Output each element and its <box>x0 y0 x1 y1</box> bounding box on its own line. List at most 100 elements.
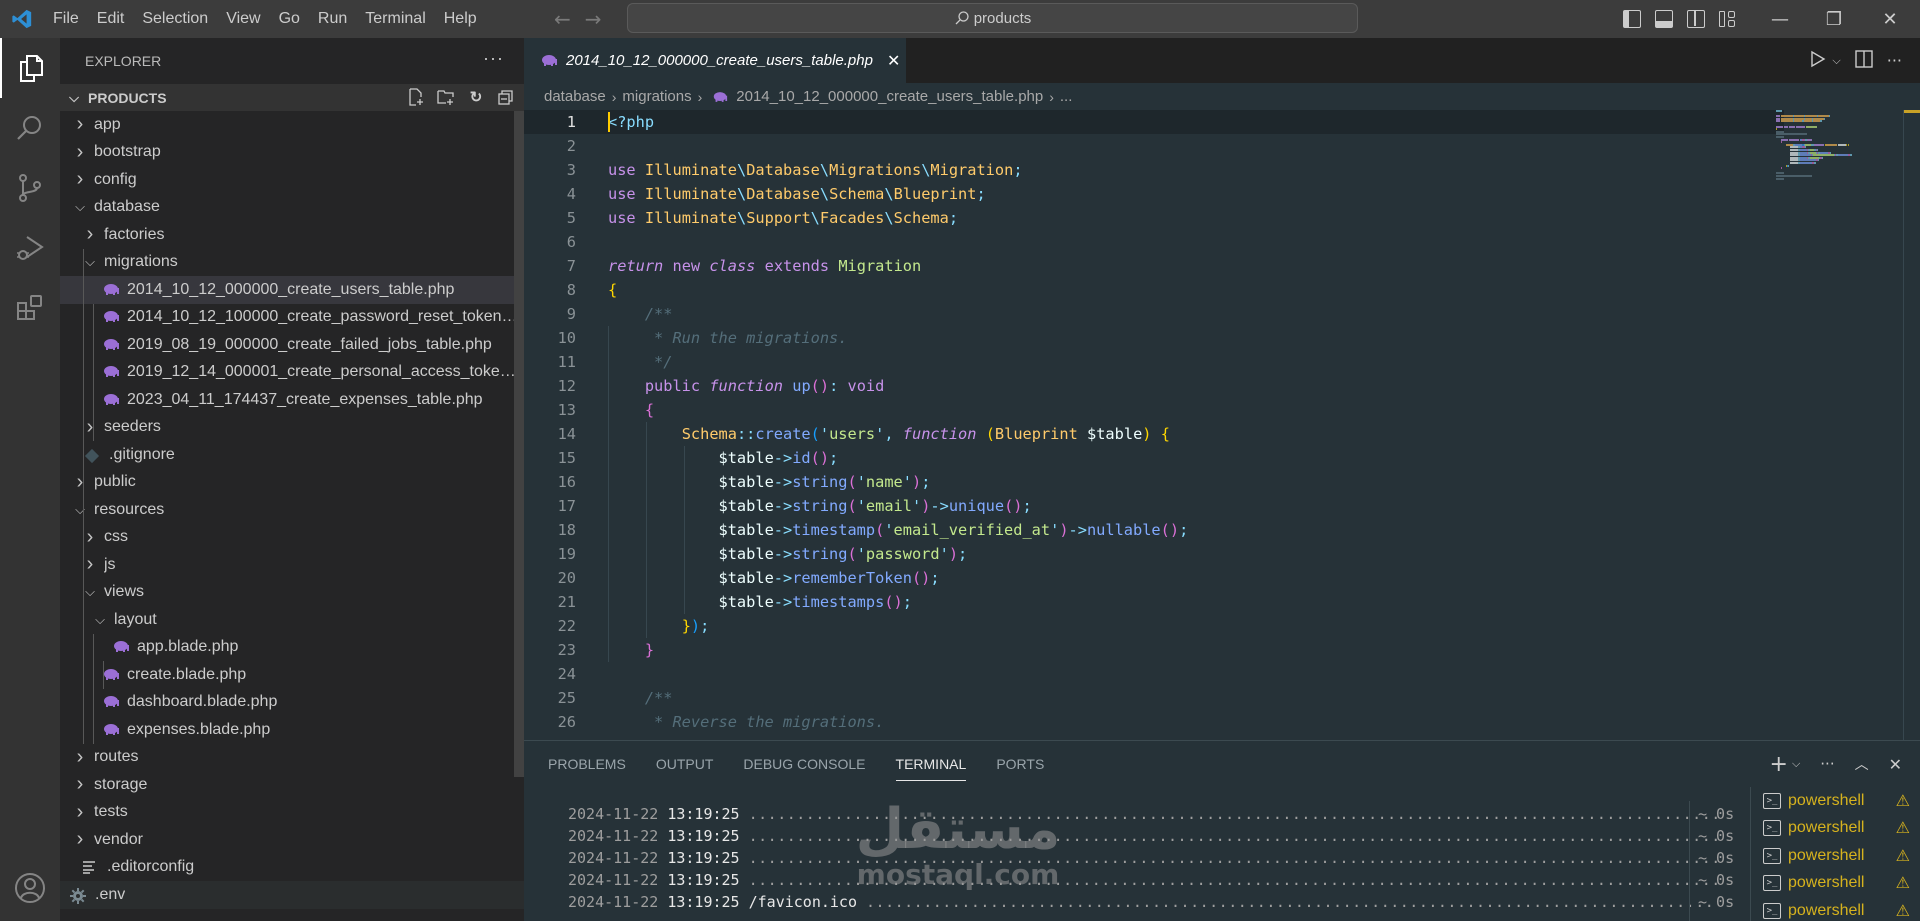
minimize-button[interactable]: — <box>1752 0 1808 38</box>
tree-file[interactable]: 2023_04_11_174437_create_expenses_table.… <box>60 386 524 414</box>
menu-edit[interactable]: Edit <box>88 0 134 38</box>
tree-file[interactable]: app.blade.php <box>60 634 524 662</box>
menu-terminal[interactable]: Terminal <box>356 0 434 38</box>
close-tab-icon[interactable]: ✕ <box>887 51 900 71</box>
more-actions-icon[interactable]: ··· <box>483 48 504 69</box>
forward-arrow-icon[interactable]: → <box>585 7 602 31</box>
tree-folder[interactable]: ⌵ views <box>60 579 524 607</box>
split-editor-icon[interactable] <box>1855 49 1873 72</box>
menu-view[interactable]: View <box>217 0 269 38</box>
menu-run[interactable]: Run <box>309 0 356 38</box>
menu-go[interactable]: Go <box>270 0 309 38</box>
run-file-icon[interactable] <box>1810 50 1826 72</box>
code-line: 19 $table->string('password'); <box>524 542 1784 566</box>
menu-help[interactable]: Help <box>435 0 486 38</box>
panel-tab-problems[interactable]: PROBLEMS <box>548 741 626 787</box>
restore-button[interactable]: ❐ <box>1806 0 1862 38</box>
panel-tab-output[interactable]: OUTPUT <box>656 741 714 787</box>
terminal-instance[interactable]: >_ powershell ⚠ <box>1751 787 1920 815</box>
tree-folder[interactable]: › factories <box>60 221 524 249</box>
run-and-debug-icon[interactable] <box>0 218 60 278</box>
tree-file[interactable]: dashboard.blade.php <box>60 689 524 717</box>
log-path: /favicon.ico <box>748 893 857 911</box>
refresh-icon[interactable]: ↻ <box>466 87 486 107</box>
minimap-line <box>1824 117 1826 120</box>
tree-folder[interactable]: › js <box>60 551 524 579</box>
collapse-all-icon[interactable] <box>496 87 516 107</box>
toggle-primary-sidebar-icon[interactable] <box>1623 10 1641 28</box>
tree-file[interactable]: 2014_10_12_100000_create_password_reset_… <box>60 304 524 332</box>
tree-file[interactable]: 2014_10_12_000000_create_users_table.php <box>60 276 524 304</box>
new-folder-icon[interactable] <box>436 87 456 107</box>
extensions-icon[interactable] <box>0 278 60 338</box>
tree-folder[interactable]: › public <box>60 469 524 497</box>
tree-file[interactable]: 2019_12_14_000001_create_personal_access… <box>60 359 524 387</box>
tree-folder[interactable]: › storage <box>60 771 524 799</box>
tree-file[interactable]: expenses.blade.php <box>60 716 524 744</box>
terminal-instance[interactable]: >_ powershell ⚠ <box>1751 815 1920 843</box>
tree-folder[interactable]: › tests <box>60 799 524 827</box>
php-elephant-icon <box>102 723 120 737</box>
tree-file[interactable]: .gitignore <box>60 441 524 469</box>
explorer-icon[interactable] <box>0 38 60 98</box>
code-token: -> <box>773 449 793 467</box>
new-file-icon[interactable] <box>406 87 426 107</box>
editor-more-actions-icon[interactable]: ··· <box>1887 51 1902 70</box>
code-token: ' <box>856 497 866 515</box>
back-arrow-icon[interactable]: ← <box>554 7 571 31</box>
tree-file[interactable]: create.blade.php <box>60 661 524 689</box>
terminal-line: 2024-11-22 13:19:25 ....................… <box>568 825 1768 847</box>
panel-more-actions-icon[interactable]: ··· <box>1820 755 1834 773</box>
sidebar-scrollbar[interactable] <box>514 111 524 777</box>
folder-section-header[interactable]: ⌵ PRODUCTS ↻ <box>60 84 524 111</box>
tree-folder[interactable]: › bootstrap <box>60 139 524 167</box>
tree-folder[interactable]: › vendor <box>60 826 524 854</box>
toggle-secondary-sidebar-icon[interactable] <box>1687 10 1705 28</box>
run-dropdown-chevron-icon[interactable]: ⌵ <box>1832 54 1840 68</box>
command-center-search[interactable]: products <box>627 3 1358 33</box>
tree-file[interactable]: .editorconfig <box>60 854 524 882</box>
breadcrumb-symbol[interactable]: ... <box>1060 88 1073 105</box>
tree-file[interactable]: 2019_08_19_000000_create_failed_jobs_tab… <box>60 331 524 359</box>
tree-folder[interactable]: › seeders <box>60 414 524 442</box>
tree-folder[interactable]: ⌵ resources <box>60 496 524 524</box>
terminal-instance[interactable]: >_ powershell ⚠ <box>1751 842 1920 870</box>
tree-folder[interactable]: › routes <box>60 744 524 772</box>
breadcrumb-migrations[interactable]: migrations <box>622 88 691 105</box>
accounts-icon[interactable] <box>0 858 60 918</box>
new-terminal-icon[interactable]: + <box>1770 752 1788 777</box>
terminal-dropdown-chevron-icon[interactable]: ⌵ <box>1792 757 1800 771</box>
maximize-panel-icon[interactable]: ︿ <box>1855 754 1869 774</box>
code-token: ; <box>930 569 940 587</box>
terminal-output[interactable]: 2024-11-22 13:19:25 ....................… <box>568 803 1768 913</box>
tab-create-users-table[interactable]: 2014_10_12_000000_create_users_table.php… <box>524 38 906 83</box>
terminal-instance[interactable]: >_ powershell ⚠ <box>1751 897 1920 921</box>
source-control-icon[interactable] <box>0 158 60 218</box>
tree-folder[interactable]: › app <box>60 111 524 139</box>
panel-tab-ports[interactable]: PORTS <box>996 741 1044 787</box>
tree-folder[interactable]: › css <box>60 524 524 552</box>
toggle-panel-icon[interactable] <box>1655 10 1673 28</box>
code-line: 18 $table->timestamp('email_verified_at'… <box>524 518 1784 542</box>
breadcrumb-file[interactable]: 2014_10_12_000000_create_users_table.php <box>736 88 1043 105</box>
menu-file[interactable]: File <box>44 0 88 38</box>
editor-tab-bar: 2014_10_12_000000_create_users_table.php… <box>524 38 1920 83</box>
menu-selection[interactable]: Selection <box>133 0 217 38</box>
tree-file[interactable]: .env <box>60 881 524 909</box>
code-editor[interactable]: 1 <?php 2 3 use Illuminate\Database\Migratio… <box>524 110 1920 740</box>
breadcrumb-database[interactable]: database <box>544 88 606 105</box>
close-panel-icon[interactable]: ✕ <box>1889 755 1902 774</box>
close-window-button[interactable]: ✕ <box>1862 0 1918 38</box>
panel-tab-debug-console[interactable]: DEBUG CONSOLE <box>743 741 865 787</box>
customize-layout-icon[interactable] <box>1719 10 1737 28</box>
search-icon[interactable] <box>0 98 60 158</box>
tree-folder[interactable]: ⌵ layout <box>60 606 524 634</box>
tree-folder[interactable]: ⌵ database <box>60 194 524 222</box>
tree-folder[interactable]: ⌵ migrations <box>60 249 524 277</box>
code-text: { <box>608 281 617 299</box>
tree-folder[interactable]: › config <box>60 166 524 194</box>
panel-tab-terminal[interactable]: TERMINAL <box>895 741 966 787</box>
minimap[interactable] <box>1774 110 1884 180</box>
terminal-instance[interactable]: >_ powershell ⚠ <box>1751 870 1920 898</box>
